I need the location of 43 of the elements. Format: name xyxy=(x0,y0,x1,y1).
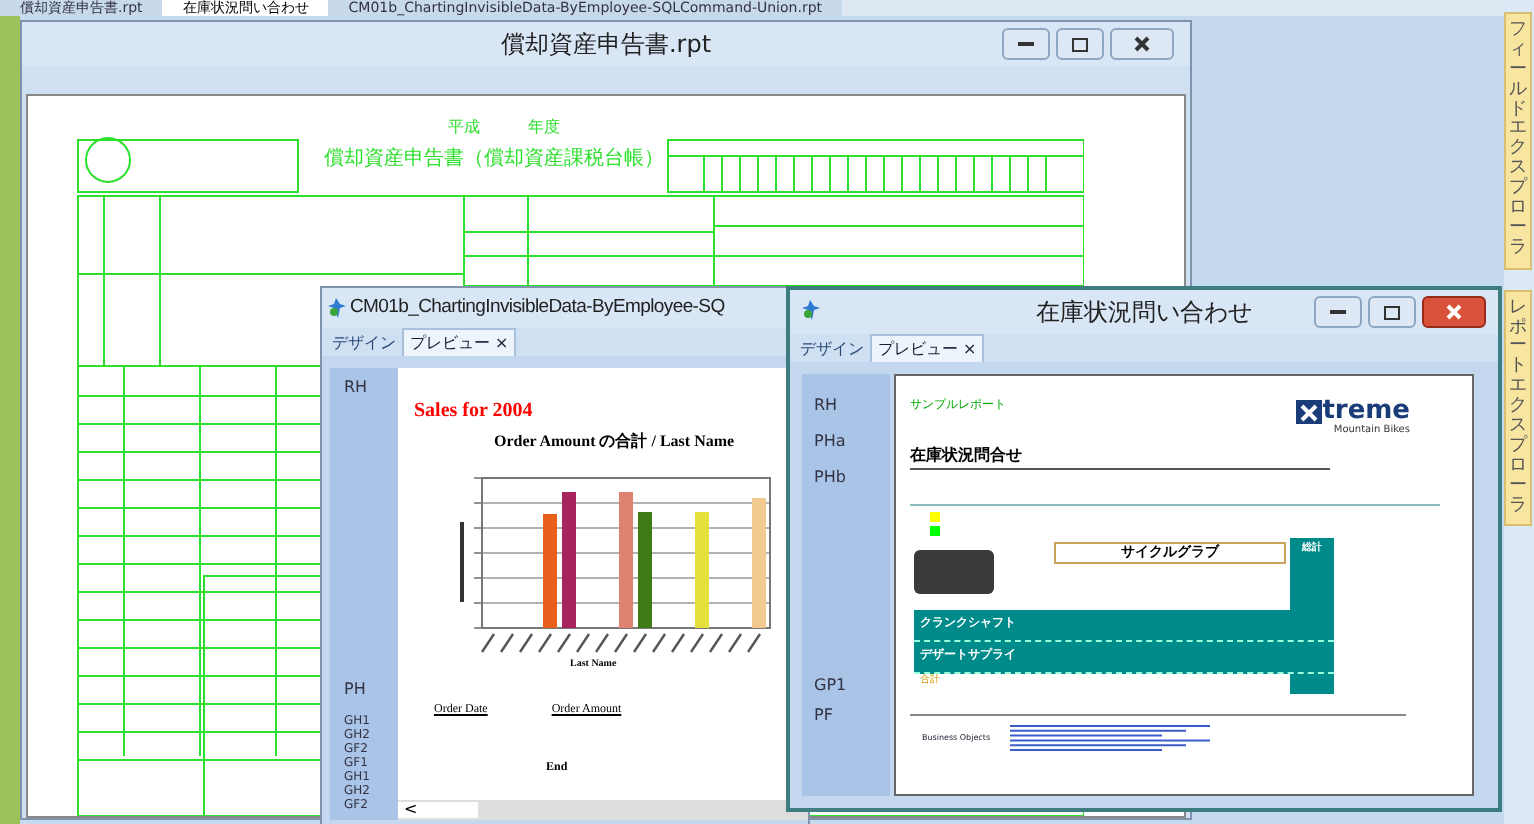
view-tab[interactable]: デザイン xyxy=(794,336,870,362)
report-icon xyxy=(802,300,820,320)
section-label: PF xyxy=(812,704,835,728)
section-label: GP1 xyxy=(812,674,849,698)
close-button[interactable] xyxy=(1110,28,1174,60)
maximize-button[interactable] xyxy=(1056,28,1104,60)
axis-title-mark xyxy=(460,522,464,602)
side-panel-tab[interactable]: フィールドエクスプローラ xyxy=(1504,12,1532,270)
chart-bar xyxy=(619,492,633,628)
photo-placeholder xyxy=(914,549,994,593)
view-tab[interactable]: プレビュー × xyxy=(870,334,985,362)
close-icon xyxy=(1134,36,1150,52)
window-title: 在庫状況問い合わせ xyxy=(1036,296,1252,330)
report-heading: 在庫状況問合せ xyxy=(910,443,1330,469)
window-title: CM01b_ChartingInvisibleData-ByEmployee-SQ xyxy=(350,293,725,322)
chart-bar xyxy=(752,498,766,628)
side-panel-tab[interactable]: レポートエクスプローラ xyxy=(1504,289,1532,527)
report-icon xyxy=(328,298,346,318)
form-era: 平成 xyxy=(448,116,480,140)
chart-bar xyxy=(695,512,709,628)
section-label: RH xyxy=(812,394,840,418)
form-heading: 償却資産申告書（償却資産課税台帳） xyxy=(324,145,664,174)
window-title: 償却資産申告書.rpt xyxy=(500,28,712,62)
maximize-button[interactable] xyxy=(1368,296,1416,328)
form-year-label: 年度 xyxy=(528,116,560,140)
minimize-button[interactable] xyxy=(1002,28,1050,60)
view-tab[interactable]: プレビュー × xyxy=(402,328,517,356)
close-icon xyxy=(1446,304,1462,320)
chart-bar xyxy=(543,514,557,628)
section-label: PH xyxy=(342,678,368,702)
chart-bar xyxy=(638,512,652,628)
close-button[interactable] xyxy=(1422,296,1486,328)
logo-text: treme xyxy=(1322,400,1410,424)
chart-title: Order Amount の合計 / Last Name xyxy=(494,430,737,454)
section-label: PHa xyxy=(812,430,848,454)
section-label: RH xyxy=(342,376,370,400)
logo-x-icon xyxy=(1296,400,1323,424)
view-tab[interactable]: デザイン xyxy=(326,330,402,356)
minimize-button[interactable] xyxy=(1314,296,1362,328)
horizontal-scrollbar[interactable]: < xyxy=(398,800,808,820)
section-label: PHb xyxy=(812,466,848,490)
chart-bar xyxy=(562,492,576,628)
report-title: Sales for 2004 xyxy=(414,398,535,426)
